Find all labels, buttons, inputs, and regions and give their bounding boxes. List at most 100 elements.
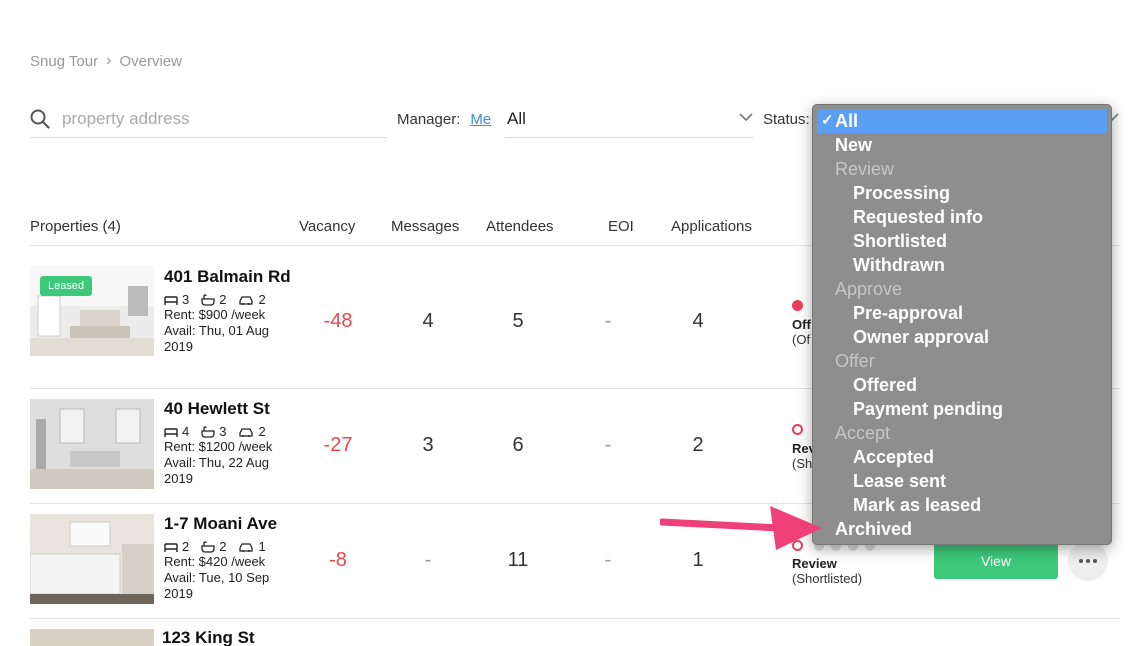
status-option-label: Payment pending: [853, 399, 1004, 419]
property-address[interactable]: 401 Balmain Rd: [164, 267, 294, 286]
status-option-requested-info[interactable]: Requested info: [813, 205, 1111, 229]
property-address[interactable]: 123 King St: [162, 628, 362, 646]
status-option-payment-pending[interactable]: Payment pending: [813, 397, 1111, 421]
beds-count: 2: [182, 539, 190, 554]
property-address[interactable]: 40 Hewlett St: [164, 399, 294, 418]
table-row: 123 King St: [30, 619, 1120, 646]
property-photo[interactable]: [30, 399, 154, 489]
status-option-archived[interactable]: Archived: [813, 517, 1111, 541]
avail-text: Avail: Tue, 10 Sep 2019: [164, 570, 270, 601]
breadcrumb: Snug Tour › Overview: [30, 52, 182, 70]
property-photo[interactable]: Leased: [30, 266, 154, 356]
manager-select[interactable]: All: [505, 100, 753, 138]
annotation-arrow-icon: [660, 506, 822, 550]
status-option-label: Approve: [835, 279, 903, 299]
col-attendees[interactable]: Attendees: [486, 218, 554, 235]
applications-value[interactable]: 4: [668, 310, 728, 333]
vacancy-value: -8: [329, 549, 347, 571]
status-option-owner-approval[interactable]: Owner approval: [813, 325, 1111, 349]
property-photo[interactable]: [30, 514, 154, 604]
car-icon: [239, 542, 254, 552]
attendees-value[interactable]: 5: [488, 310, 548, 333]
messages-value[interactable]: 3: [398, 434, 458, 457]
property-features: 2 2 1: [164, 539, 294, 554]
status-option-shortlisted[interactable]: Shortlisted: [813, 229, 1111, 253]
baths-count: 2: [219, 539, 227, 554]
chevron-down-icon: [739, 113, 753, 122]
col-applications[interactable]: Applications: [671, 218, 752, 235]
status-option-withdrawn[interactable]: Withdrawn: [813, 253, 1111, 277]
cars-count: 2: [258, 424, 266, 439]
stage-sub: (Shortlisted): [792, 571, 863, 586]
status-option-processing[interactable]: Processing: [813, 181, 1111, 205]
property-address[interactable]: 1-7 Moani Ave: [164, 514, 294, 533]
status-dropdown[interactable]: ✓ All New Review Processing Requested info Sho…: [812, 104, 1112, 545]
beds-count: 3: [182, 292, 190, 307]
breadcrumb-current: Overview: [119, 52, 182, 70]
breadcrumb-root[interactable]: Snug Tour: [30, 53, 98, 70]
property-photo[interactable]: [30, 629, 154, 646]
vacancy-value: -48: [323, 310, 353, 332]
bath-icon: [201, 293, 215, 306]
cars-count: 1: [258, 539, 266, 554]
cars-count: 2: [258, 292, 266, 307]
rent-text: Rent: $1200 /week: [164, 439, 273, 454]
status-option-accept: Accept: [813, 421, 1111, 445]
search-field: [30, 100, 387, 138]
status-option-all[interactable]: ✓ All: [817, 109, 1107, 133]
status-option-label: Archived: [835, 519, 913, 539]
bath-icon: [201, 540, 215, 553]
manager-select-value: All: [507, 108, 526, 128]
status-option-label: Review: [835, 159, 895, 179]
baths-count: 2: [219, 292, 227, 307]
status-option-label: Owner approval: [853, 327, 990, 347]
car-icon: [239, 427, 254, 437]
stage-name: Off: [792, 317, 811, 332]
manager-me-link[interactable]: Me: [470, 111, 491, 128]
status-option-label: Pre-approval: [853, 303, 964, 323]
status-option-label: Mark as leased: [853, 495, 982, 515]
rent-text: Rent: $420 /week: [164, 554, 266, 569]
status-option-accepted[interactable]: Accepted: [813, 445, 1111, 469]
messages-value[interactable]: 4: [398, 310, 458, 333]
eoi-value: -: [604, 434, 612, 456]
attendees-value[interactable]: 11: [488, 549, 548, 572]
status-option-mark-as-leased[interactable]: Mark as leased: [813, 493, 1111, 517]
view-button[interactable]: View: [934, 543, 1058, 579]
status-option-review: Review: [813, 157, 1111, 181]
status-option-label: Processing: [853, 183, 951, 203]
search-input[interactable]: [62, 108, 362, 129]
status-option-label: Shortlisted: [853, 231, 948, 251]
avail-text: Avail: Thu, 01 Aug 2019: [164, 323, 270, 354]
more-dot-icon: [1086, 559, 1090, 563]
status-option-pre-approval[interactable]: Pre-approval: [813, 301, 1111, 325]
eoi-value: -: [604, 549, 612, 571]
status-option-offered[interactable]: Offered: [813, 373, 1111, 397]
applications-value[interactable]: 2: [668, 434, 728, 457]
attendees-value[interactable]: 6: [488, 434, 548, 457]
status-option-label: Accept: [835, 423, 891, 443]
stage-label: Review (Shortlisted): [792, 556, 862, 586]
beds-count: 4: [182, 424, 190, 439]
property-info: 40 Hewlett St 4 3 2 Rent: $1200 /week Av…: [164, 399, 294, 487]
more-options-button[interactable]: [1068, 541, 1108, 581]
col-vacancy[interactable]: Vacancy: [299, 218, 355, 235]
status-option-offer: Offer: [813, 349, 1111, 373]
col-messages[interactable]: Messages: [391, 218, 459, 235]
col-eoi[interactable]: EOI: [608, 218, 634, 235]
status-option-label: Offer: [835, 351, 875, 371]
stage-sub: (Of: [792, 332, 811, 347]
status-option-label: Offered: [853, 375, 918, 395]
stage-sub: (Sh: [792, 456, 813, 471]
col-properties: Properties (4): [30, 218, 121, 235]
vacancy-value: -27: [323, 434, 353, 456]
bed-icon: [164, 542, 178, 552]
status-label: Status:: [763, 110, 810, 128]
messages-value: -: [424, 549, 432, 571]
status-option-new[interactable]: New: [813, 133, 1111, 157]
property-features: 3 2 2: [164, 292, 294, 307]
manager-label: Manager:: [397, 110, 461, 128]
status-option-lease-sent[interactable]: Lease sent: [813, 469, 1111, 493]
bed-icon: [164, 295, 178, 305]
property-image: [30, 399, 154, 489]
